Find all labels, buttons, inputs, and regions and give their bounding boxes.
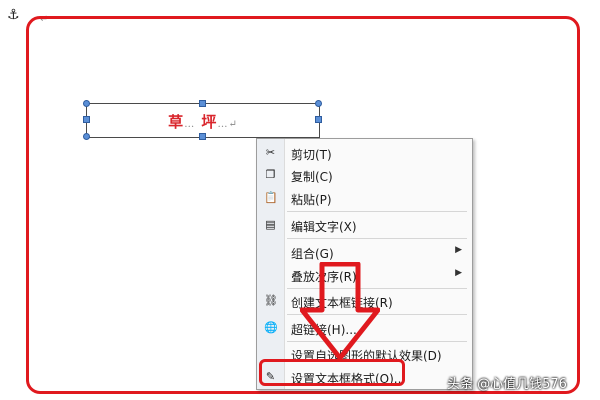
menu-item-copy[interactable]: ❐ 复制(C): [257, 164, 472, 186]
submenu-arrow-icon: ▶: [455, 245, 462, 255]
resize-handle-right[interactable]: [315, 116, 322, 123]
menu-item-label: 复制(C): [291, 170, 333, 184]
resize-handle-bottom-left[interactable]: [83, 133, 90, 140]
textbox-char-1: 草: [168, 113, 185, 131]
annotation-down-arrow-icon: [300, 262, 380, 361]
textbox-end-mark: ↵: [228, 119, 238, 130]
annotation-highlight-box: [259, 359, 405, 386]
menu-item-cut[interactable]: ✂ 剪切(T): [257, 142, 472, 164]
textbox-char-2: 坪: [201, 113, 218, 131]
link-chain-icon: ⛓: [264, 294, 278, 307]
menu-item-label: 组合(G): [291, 247, 334, 261]
menu-separator: [287, 211, 467, 212]
watermark: 头条 @心值几钱576: [447, 377, 567, 392]
resize-handle-top-left[interactable]: [83, 100, 90, 107]
textbox-content[interactable]: 草… 坪…↵: [87, 111, 319, 132]
textbox-dots-1: …: [184, 119, 196, 130]
menu-item-edit-text[interactable]: ▤ 编辑文字(X): [257, 214, 472, 236]
menu-item-label: 粘贴(P): [291, 193, 332, 207]
submenu-arrow-icon: ▶: [455, 268, 462, 278]
edit-text-icon: ▤: [265, 218, 276, 231]
copy-icon: ❐: [265, 168, 276, 181]
textbox-dots-2: …: [217, 119, 229, 130]
menu-item-group[interactable]: 组合(G) ▶: [257, 241, 472, 263]
resize-handle-top[interactable]: [199, 100, 206, 107]
resize-handle-left[interactable]: [83, 116, 90, 123]
menu-item-paste[interactable]: 📋 粘贴(P): [257, 187, 472, 209]
scissors-icon: ✂: [265, 146, 276, 159]
menu-separator: [287, 238, 467, 239]
globe-link-icon: 🌐: [264, 321, 278, 334]
anchor-icon: ⚓: [7, 7, 20, 23]
menu-item-label: 编辑文字(X): [291, 220, 357, 234]
resize-handle-top-right[interactable]: [315, 100, 322, 107]
menu-item-label: 剪切(T): [291, 148, 332, 162]
resize-handle-bottom[interactable]: [199, 133, 206, 140]
paste-icon: 📋: [264, 191, 278, 204]
